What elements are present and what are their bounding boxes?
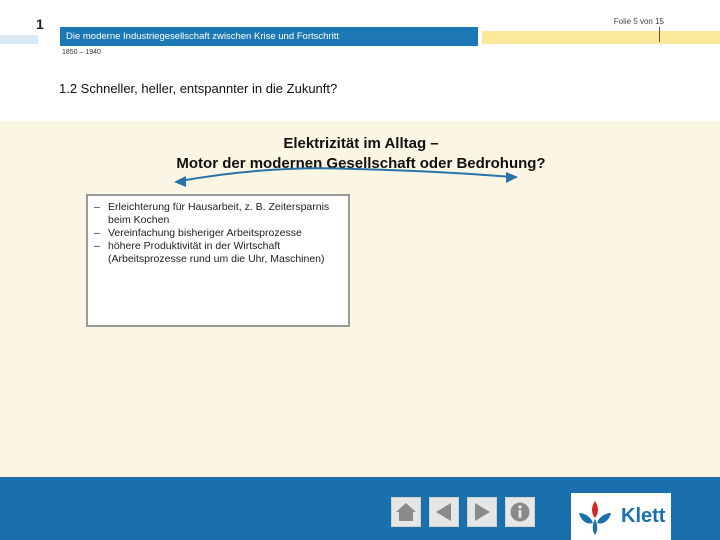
chapter-title: Die moderne Industriegesellschaft zwisch… — [66, 31, 339, 42]
answer-item: Erleichterung für Hausarbeit, z. B. Zeit… — [94, 201, 342, 227]
footer-bar: Klett — [0, 477, 720, 540]
arrow-head-right — [506, 172, 518, 183]
home-icon — [396, 503, 416, 521]
forward-button[interactable] — [467, 497, 497, 527]
answer-item: Vereinfachung bisheriger Arbeitsprozesse — [94, 227, 342, 240]
forward-arrow-icon — [475, 503, 490, 521]
section-subtitle: 1.2 Schneller, heller, entspannter in di… — [59, 81, 338, 96]
home-button[interactable] — [391, 497, 421, 527]
info-button[interactable] — [505, 497, 535, 527]
klett-emblem-icon — [579, 501, 611, 535]
answer-item: höhere Produktivität in der Wirtschaft (… — [94, 240, 342, 266]
klett-logo: Klett — [571, 493, 671, 540]
brand-name: Klett — [621, 505, 666, 527]
answer-list: Erleichterung für Hausarbeit, z. B. Zeit… — [94, 201, 342, 266]
left-accent-bar — [0, 35, 38, 44]
header-bar: Die moderne Industriegesellschaft zwisch… — [60, 27, 478, 46]
answer-box: Erleichterung für Hausarbeit, z. B. Zeit… — [86, 194, 350, 327]
info-icon — [510, 502, 530, 522]
arrow-curve — [179, 167, 513, 182]
question-arrows — [174, 167, 518, 187]
header-accent-bar — [482, 27, 720, 44]
date-range: 1850 – 1940 — [62, 49, 101, 56]
header-corner-mark — [659, 27, 660, 42]
slide-counter: Folie 5 von 15 — [613, 17, 664, 26]
back-button[interactable] — [429, 497, 459, 527]
content-area: Elektrizität im Alltag – Motor der moder… — [0, 121, 720, 477]
chapter-number: 1 — [36, 16, 44, 32]
back-arrow-icon — [436, 503, 451, 521]
arrow-head-left — [174, 176, 186, 187]
